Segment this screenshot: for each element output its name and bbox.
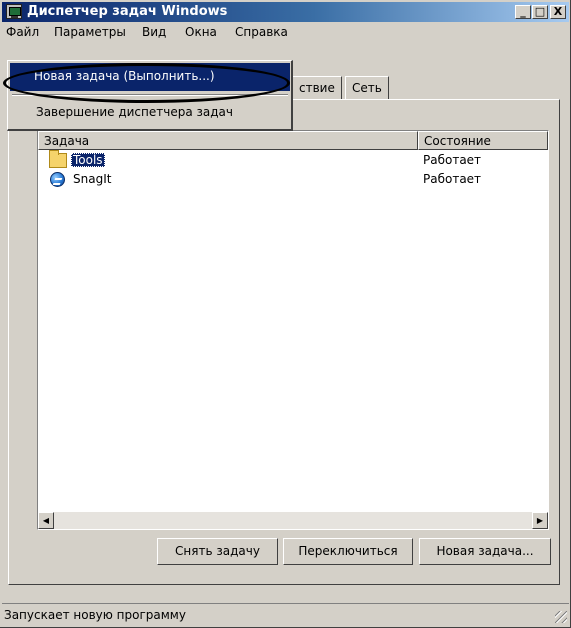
task-manager-window: Диспетчер задач Windows _ □ X Файл Парам…	[0, 0, 571, 628]
table-row[interactable]: SnagIt Работает	[38, 171, 548, 189]
new-task-button[interactable]: Новая задача...	[419, 538, 551, 565]
task-manager-icon	[6, 4, 22, 19]
task-name: Tools	[71, 153, 105, 167]
minimize-button[interactable]: _	[515, 5, 531, 19]
switch-to-button[interactable]: Переключиться	[283, 538, 413, 565]
menu-options[interactable]: Параметры	[54, 25, 126, 39]
scroll-left-icon[interactable]: ◀	[38, 512, 54, 529]
menu-help[interactable]: Справка	[235, 25, 288, 39]
maximize-button[interactable]: □	[532, 5, 548, 19]
column-task[interactable]: Задача	[38, 131, 418, 150]
menu-bar: Файл Параметры Вид Окна Справка	[2, 23, 569, 42]
task-list[interactable]: Задача Состояние Tools Работает SnagIt Р…	[37, 130, 549, 530]
title-bar[interactable]: Диспетчер задач Windows _ □ X	[2, 2, 569, 22]
task-name: SnagIt	[73, 172, 112, 186]
menu-file[interactable]: Файл	[6, 25, 39, 39]
menu-view[interactable]: Вид	[142, 25, 166, 39]
task-list-header: Задача Состояние	[38, 131, 548, 150]
resize-grip-icon[interactable]	[555, 611, 567, 623]
menu-windows[interactable]: Окна	[185, 25, 217, 39]
menu-item-label: Завершение диспетчера задач	[36, 105, 233, 119]
task-status: Работает	[423, 172, 482, 186]
tab-network[interactable]: Сеть	[345, 76, 389, 100]
horizontal-scrollbar[interactable]: ◀ ▶	[38, 512, 548, 529]
table-row[interactable]: Tools Работает	[38, 150, 548, 170]
menu-item-exit[interactable]: Завершение диспетчера задач	[10, 99, 290, 127]
column-status[interactable]: Состояние	[418, 131, 548, 150]
snagit-icon	[50, 172, 65, 187]
status-bar: Запускает новую программу	[2, 603, 569, 625]
close-button[interactable]: X	[550, 5, 566, 19]
folder-icon	[49, 150, 67, 168]
window-title: Диспетчер задач Windows	[27, 4, 228, 19]
task-status: Работает	[423, 153, 482, 167]
tab-performance[interactable]: ствие	[292, 76, 342, 100]
end-task-button[interactable]: Снять задачу	[157, 538, 278, 565]
annotation-ellipse	[3, 63, 290, 103]
status-text: Запускает новую программу	[4, 608, 186, 622]
scroll-right-icon[interactable]: ▶	[532, 512, 548, 529]
